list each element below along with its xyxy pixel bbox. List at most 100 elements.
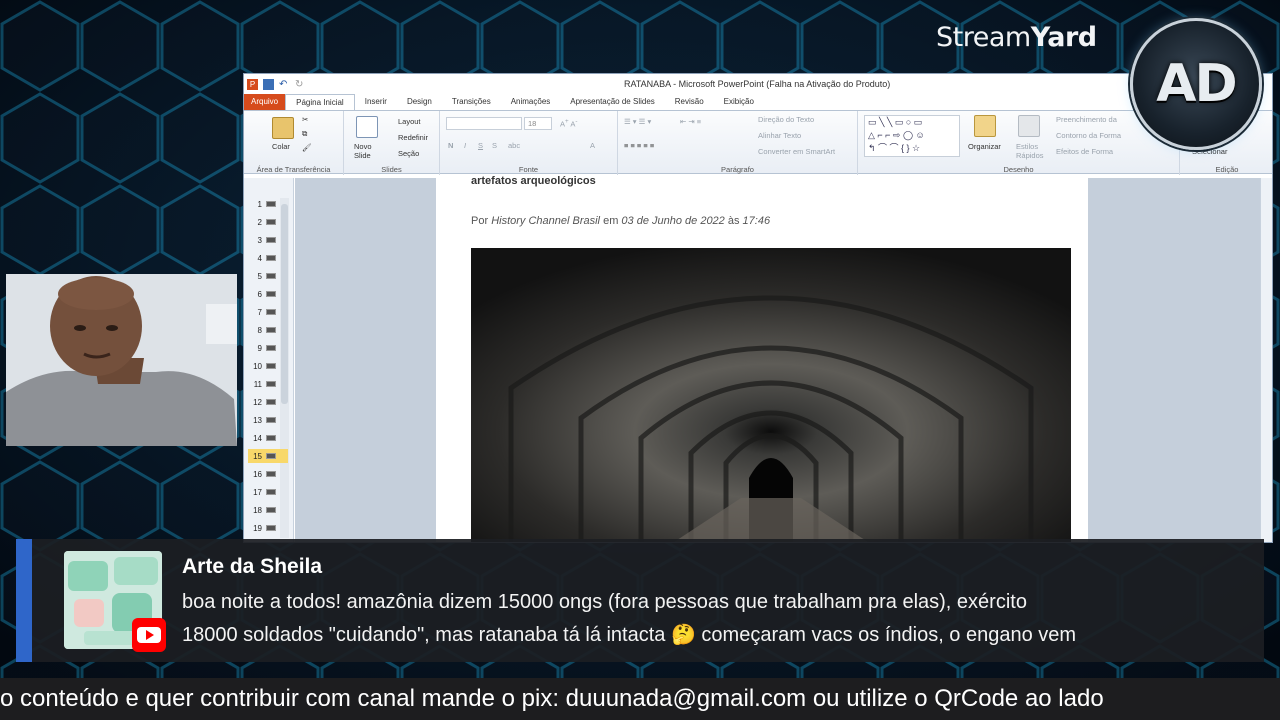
slide-thumbnail-icon — [266, 255, 276, 261]
comment-text: boa noite a todos! amazônia dizem 15000 … — [182, 586, 1262, 652]
tab-transicoes[interactable]: Transições — [442, 94, 501, 110]
smartart-button[interactable]: Converter em SmartArt — [758, 147, 835, 156]
slide-thumbnail-icon — [266, 273, 276, 279]
quick-styles-button[interactable]: Estilos Rápidos — [1016, 142, 1046, 160]
tab-apresentacao[interactable]: Apresentação de Slides — [560, 94, 665, 110]
streamyard-logo: StreamYard — [936, 22, 1097, 53]
slide-heading: artefatos arqueológicos — [471, 175, 596, 187]
slide-thumbnail-icon — [266, 237, 276, 243]
quick-styles-icon[interactable] — [1018, 115, 1040, 137]
tab-inserir[interactable]: Inserir — [355, 94, 397, 110]
editor-scrollbar[interactable] — [1260, 178, 1272, 542]
slide-number: 10 — [253, 361, 262, 371]
slide-canvas[interactable]: artefatos arqueológicos Por History Chan… — [436, 175, 1088, 542]
slide-thumbnail[interactable]: 10 — [248, 359, 288, 373]
slide-thumbnail[interactable]: 8 — [248, 323, 288, 337]
slide-thumbnail[interactable]: 3 — [248, 233, 288, 247]
shapes-gallery[interactable]: ▭ ╲ ╲ ▭ ○ ▭ △ ⌐ ⌐ ⇨ ◯ ☺ ↰ ⌒ ⌒ { } ☆ — [864, 115, 960, 157]
slides-group-label: Slides — [381, 165, 402, 174]
slide-thumbnail[interactable]: 7 — [248, 305, 288, 319]
slide-thumbnail[interactable]: 18 — [248, 503, 288, 517]
grow-font-icon[interactable]: A+ A- — [560, 118, 577, 129]
commenter-name: Arte da Sheila — [182, 555, 323, 578]
tab-design[interactable]: Design — [397, 94, 442, 110]
paste-icon[interactable] — [272, 117, 294, 139]
italic-icon[interactable]: I — [464, 141, 466, 150]
slide-thumbnail-icon — [266, 363, 276, 369]
format-painter-icon[interactable]: 🖌 — [302, 143, 312, 152]
shape-effects-button[interactable]: Efeitos de Forma — [1056, 147, 1113, 156]
slide-thumbnail[interactable]: 11 — [248, 377, 288, 391]
title-bar: P ↶ ↻ RATANABA - Microsoft PowerPoint (F… — [244, 74, 1272, 94]
align-text-button[interactable]: Alinhar Texto — [758, 131, 801, 140]
slide-number: 11 — [253, 379, 262, 389]
slide-number: 4 — [257, 253, 262, 263]
bullets-icon[interactable]: ☰ ▾ ☰ ▾ — [624, 117, 651, 126]
paragraph-group: ☰ ▾ ☰ ▾ ⇤ ⇥ ≡ ≡ ≡ ≡ ≡ ≡ Direção do Texto… — [618, 111, 858, 175]
slide-thumbnail[interactable]: 17 — [248, 485, 288, 499]
cut-icon[interactable]: ✂ — [302, 115, 308, 124]
slide-thumbnail-icon — [266, 417, 276, 423]
slide-thumbnail-icon — [266, 201, 276, 207]
ribbon: Colar ✂ ⧉ 🖌 Área de Transferência Novo S… — [244, 110, 1272, 175]
copy-icon[interactable]: ⧉ — [302, 129, 307, 139]
slide-number: 13 — [253, 415, 262, 425]
paste-button[interactable]: Colar — [272, 142, 290, 151]
arrange-icon[interactable] — [974, 115, 996, 137]
slide-thumbnail[interactable]: 4 — [248, 251, 288, 265]
slide-number: 8 — [257, 325, 262, 335]
new-slide-icon[interactable] — [356, 116, 378, 138]
tab-exibicao[interactable]: Exibição — [714, 94, 764, 110]
text-direction-button[interactable]: Direção do Texto — [758, 115, 814, 124]
powerpoint-app-icon[interactable]: P — [247, 78, 258, 90]
save-icon[interactable] — [263, 78, 274, 90]
tunnel-photo — [471, 248, 1071, 542]
strikethrough-icon[interactable]: S — [492, 141, 497, 150]
undo-icon[interactable]: ↶ — [279, 79, 290, 90]
slide-thumbnail[interactable]: 12 — [248, 395, 288, 409]
slide-thumbnail[interactable]: 15 — [248, 449, 288, 463]
tab-pagina-inicial[interactable]: Página Inicial — [285, 94, 355, 110]
clipboard-group-label: Área de Transferência — [256, 165, 331, 174]
char-spacing-icon[interactable]: abc — [508, 141, 520, 150]
clipboard-group: Colar ✂ ⧉ 🖌 Área de Transferência — [244, 111, 344, 175]
font-name-dropdown[interactable] — [446, 117, 522, 130]
slide-thumbnail[interactable]: 5 — [248, 269, 288, 283]
indent-icon[interactable]: ⇤ ⇥ ≡ — [680, 117, 701, 126]
slide-thumbnail[interactable]: 1 — [248, 197, 288, 211]
slide-thumbnail[interactable]: 19 — [248, 521, 288, 535]
reset-button[interactable]: Redefinir — [398, 133, 428, 142]
layout-button[interactable]: Layout — [398, 117, 421, 126]
font-color-icon[interactable]: A — [590, 141, 595, 150]
shape-fill-button[interactable]: Preenchimento da — [1056, 115, 1117, 124]
slide-thumbnail[interactable]: 2 — [248, 215, 288, 229]
slide-byline: Por History Channel Brasil em 03 de Junh… — [471, 215, 771, 227]
redo-icon[interactable]: ↻ — [295, 79, 306, 90]
align-left-icon[interactable]: ≡ ≡ ≡ ≡ ≡ — [624, 141, 654, 150]
font-group: 18 A+ A- N I S S abc A Fonte — [440, 111, 618, 175]
slide-thumbnail-icon — [266, 507, 276, 513]
font-size-dropdown[interactable]: 18 — [524, 117, 552, 130]
slide-thumbnail[interactable]: 16 — [248, 467, 288, 481]
tab-arquivo[interactable]: Arquivo — [244, 94, 286, 110]
slide-thumbnail[interactable]: 9 — [248, 341, 288, 355]
tab-revisao[interactable]: Revisão — [665, 94, 714, 110]
underline-icon[interactable]: S — [478, 141, 483, 150]
slide-thumbnail[interactable]: 13 — [248, 413, 288, 427]
slides-thumbnail-panel: 1 2 3 4 5 6 7 8 9 10 11 12 13 14 15 16 17 18 19 — [244, 178, 294, 542]
arrange-button[interactable]: Organizar — [968, 142, 1001, 151]
slide-thumbnail-icon — [266, 219, 276, 225]
section-button[interactable]: Seção — [398, 149, 419, 158]
slide-thumbnail-icon — [266, 525, 276, 531]
bold-icon[interactable]: N — [448, 141, 453, 150]
quick-access-toolbar: P ↶ ↻ — [244, 78, 306, 90]
slide-number: 7 — [257, 307, 262, 317]
new-slide-button[interactable]: Novo Slide — [354, 142, 380, 160]
slide-thumbnail[interactable]: 14 — [248, 431, 288, 445]
shape-outline-button[interactable]: Contorno da Forma — [1056, 131, 1121, 140]
slide-number: 14 — [253, 433, 262, 443]
tab-animacoes[interactable]: Animações — [501, 94, 561, 110]
slide-editor: artefatos arqueológicos Por History Chan… — [295, 175, 1272, 542]
slide-thumbnail-icon — [266, 291, 276, 297]
slide-thumbnail[interactable]: 6 — [248, 287, 288, 301]
